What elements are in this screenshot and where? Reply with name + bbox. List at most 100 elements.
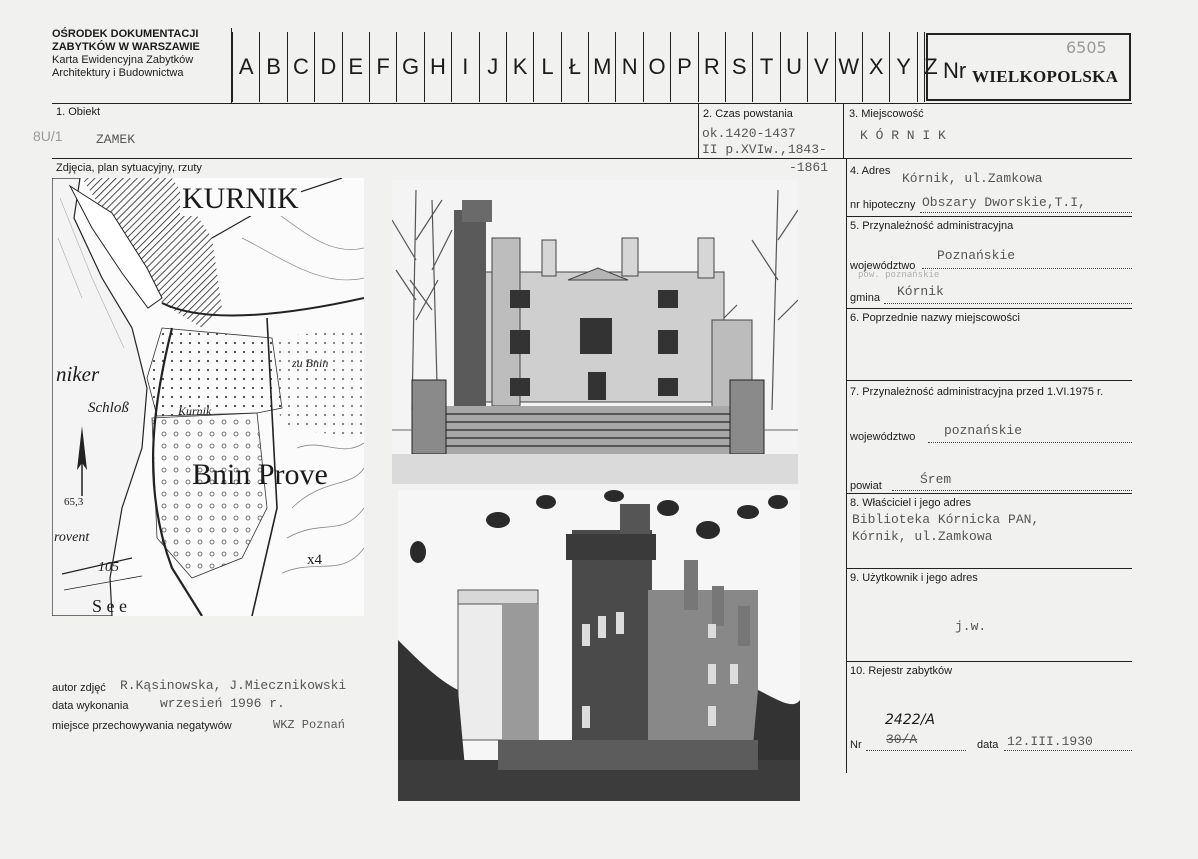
nr-handwritten: 6505: [1066, 38, 1107, 57]
miejsce-value: WKZ Poznań: [273, 718, 346, 732]
czas-line-3: -1861: [789, 160, 829, 175]
autor-value: R.Kąsinowska, J.Miecznikowski: [120, 678, 347, 693]
uzytkownik-value: j.w.: [955, 619, 987, 634]
rejestr-data-label: data: [977, 739, 999, 751]
adres-value: Kórnik, ul.Zamkowa: [902, 171, 1043, 186]
site-map-drawing: [52, 178, 364, 616]
index-letter: X: [861, 32, 889, 102]
index-letter: I: [451, 32, 478, 102]
issuer-line-1: OŚRODEK DOKUMENTACJI: [52, 28, 199, 40]
rule-header: [52, 103, 1132, 104]
index-letter: C: [286, 32, 314, 102]
rule-7: [846, 380, 1132, 381]
czas-label: 2. Czas powstania: [703, 108, 793, 120]
obiekt-value: ZAMEK: [96, 132, 136, 147]
wojewodztwo2-label: województwo: [850, 431, 916, 443]
issuer-line-4: Architektury i Budownictwa: [52, 67, 184, 79]
autor-label: autor zdjęć: [52, 682, 106, 694]
data-wykonania-value: wrzesień 1996 r.: [160, 696, 285, 711]
rejestr-nr-label: Nr: [850, 739, 862, 751]
rejestr-nr-dots: [866, 750, 966, 751]
record-card: OŚRODEK DOKUMENTACJI ZABYTKÓW W WARSZAWI…: [0, 0, 1198, 859]
map-label-105: 105: [98, 560, 119, 575]
index-letter: J: [478, 32, 506, 102]
photo-castle-front-image: [392, 180, 798, 484]
przed-label: 7. Przynależność administracyjna przed 1…: [850, 386, 1104, 398]
nr-label: Nr: [943, 58, 967, 83]
index-letter: F: [368, 32, 396, 102]
index-letter: V: [807, 32, 834, 102]
wojewodztwo-faint: pow. poznańskie: [858, 270, 940, 280]
index-letter: K: [505, 32, 533, 102]
rule-row1: [52, 158, 1132, 159]
index-letter: U: [779, 32, 807, 102]
index-letter: M: [588, 32, 615, 102]
map-label-bnin: Bnin Prove: [192, 458, 328, 491]
uzytkownik-label: 9. Użytkownik i jego adres: [850, 572, 978, 584]
index-letter: W: [834, 32, 862, 102]
wlasciciel-line-1: Biblioteka Kórnicka PAN,: [852, 512, 1040, 527]
map-label-see: S e e: [92, 596, 127, 616]
rejestr-data-dots: [1004, 750, 1132, 751]
powiat-label: powiat: [850, 480, 882, 492]
photo-castle-front: [392, 180, 798, 484]
rule-header-left: [231, 28, 232, 103]
wojewodztwo-dots: [922, 268, 1132, 269]
wojewodztwo2-dots: [928, 442, 1132, 443]
issuer-line-3: Karta Ewidencyjna Zabytków: [52, 54, 194, 66]
hipoteczny-value: Obszary Dworskie,T.I,: [922, 195, 1086, 210]
rule-czas-right: [843, 103, 844, 158]
index-letter: P: [670, 32, 697, 102]
rule-5: [846, 216, 1132, 217]
miejscowosc-label: 3. Miejscowość: [849, 108, 924, 120]
rule-right-column: [846, 158, 847, 773]
rejestr-label: 10. Rejestr zabytków: [850, 665, 953, 677]
index-letter: A: [232, 32, 259, 102]
przynaleznosc-label: 5. Przynależność administracyjna: [850, 220, 1014, 232]
wlasciciel-label: 8. Właściciel i jego adres: [850, 497, 972, 509]
obiekt-margin-note: 8U/1: [33, 128, 63, 144]
region-stamp: WIELKOPOLSKA: [972, 67, 1119, 86]
map-label-zu-bnin: zu Bnin: [292, 356, 329, 370]
data-wykonania-label: data wykonania: [52, 700, 129, 712]
zdjecia-label: Zdjęcia, plan sytuacyjny, rzuty: [56, 162, 202, 174]
wlasciciel-line-2: Kórnik, ul.Zamkowa: [852, 529, 993, 544]
miejsce-label: miejsce przechowywania negatywów: [52, 720, 232, 732]
map-title: KURNIK: [180, 182, 301, 216]
rule-8: [846, 493, 1132, 494]
map-label-schloss: Schloß: [88, 400, 129, 416]
wojewodztwo2-value: poznańskie: [944, 423, 1023, 438]
index-letter: R: [697, 32, 725, 102]
index-letter: G: [396, 32, 423, 102]
rejestr-nr-struck: 30/A: [886, 732, 918, 747]
alphabet-end-line: [924, 32, 925, 102]
rule-9: [846, 568, 1132, 569]
photo-castle-side: [398, 490, 800, 801]
map-label-x4: x4: [307, 552, 322, 568]
index-letter: Y: [889, 32, 916, 102]
map-label-niker: niker: [56, 362, 100, 386]
adres-label: 4. Adres: [850, 165, 891, 177]
powiat-dots: [892, 490, 1132, 491]
gmina-value: Kórnik: [897, 284, 944, 299]
powiat-value: Śrem: [920, 472, 952, 487]
issuer-line-2: ZABYTKÓW W WARSZAWIE: [52, 41, 200, 53]
miejscowosc-value: K Ó R N I K: [860, 128, 946, 143]
rule-10: [846, 661, 1132, 662]
issuer-block: OŚRODEK DOKUMENTACJI ZABYTKÓW W WARSZAWI…: [52, 28, 200, 80]
rule-6: [846, 308, 1132, 309]
map-label-kurnik: Kurnik: [178, 404, 212, 418]
index-letter: L: [533, 32, 560, 102]
photo-castle-side-image: [398, 490, 800, 801]
index-letter: N: [615, 32, 642, 102]
czas-line-2: II p.XVIw.,1843-: [702, 142, 827, 157]
index-letter: O: [642, 32, 670, 102]
hipoteczny-dots: [920, 212, 1132, 213]
index-letter: Ł: [560, 32, 588, 102]
wojewodztwo-value: Poznańskie: [937, 248, 1016, 263]
gmina-label: gmina: [850, 292, 880, 304]
czas-line-1: ok.1420-1437: [702, 126, 796, 141]
rejestr-data-value: 12.III.1930: [1007, 734, 1093, 749]
index-letter: D: [314, 32, 341, 102]
poprzednie-label: 6. Poprzednie nazwy miejscowości: [850, 312, 1020, 324]
